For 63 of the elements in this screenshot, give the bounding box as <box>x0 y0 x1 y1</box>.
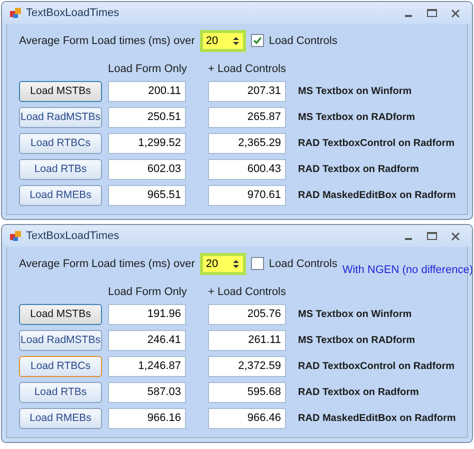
row-description: RAD MaskedEditBox on Radform <box>298 189 456 202</box>
window-title: TextBoxLoadTimes <box>26 7 120 19</box>
checkbox-label: Load Controls <box>268 34 338 48</box>
load-button[interactable]: Load MSTBs <box>19 304 102 325</box>
load-button[interactable]: Load RMEBs <box>19 408 102 429</box>
time-field[interactable]: 587.03 <box>108 382 186 403</box>
time-field[interactable]: 191.96 <box>108 304 186 325</box>
load-button[interactable]: Load RadMSTBs <box>19 107 102 128</box>
time-field[interactable]: 250.51 <box>108 107 186 128</box>
load-button[interactable]: Load RTBCs <box>19 133 102 154</box>
row-description: RAD Textbox on Radform <box>298 386 419 399</box>
row-description: MS Textbox on Winform <box>298 308 412 321</box>
load-button[interactable]: Load RadMSTBs <box>19 330 102 351</box>
spin-arrows-icon[interactable] <box>232 258 239 268</box>
iterations-label: Average Form Load times (ms) over <box>19 34 195 48</box>
time-field[interactable]: 970.61 <box>208 185 286 206</box>
time-field[interactable]: 2,372.59 <box>208 356 286 377</box>
column-header: + Load Controls <box>208 285 286 299</box>
time-field[interactable]: 1,246.87 <box>108 356 186 377</box>
load-controls-checkbox[interactable] <box>250 34 264 47</box>
time-field[interactable]: 265.87 <box>208 107 286 128</box>
maximize-icon[interactable] <box>427 9 437 17</box>
close-icon[interactable] <box>451 8 460 18</box>
column-header: Load Form Only <box>108 285 186 299</box>
time-field[interactable]: 602.03 <box>108 159 186 180</box>
load-button[interactable]: Load RTBs <box>19 382 102 403</box>
load-button[interactable]: Load RMEBs <box>19 185 102 206</box>
row-description: RAD MaskedEditBox on Radform <box>298 412 456 425</box>
close-icon[interactable] <box>451 232 460 240</box>
time-field[interactable]: 246.41 <box>108 330 186 351</box>
iterations-label: Average Form Load times (ms) over <box>19 256 195 270</box>
time-field[interactable]: 1,299.52 <box>108 133 186 154</box>
app-icon <box>10 7 22 19</box>
iterations-spinner[interactable]: 20 <box>200 30 246 52</box>
app-icon <box>10 230 22 242</box>
load-button[interactable]: Load RTBCs <box>19 356 102 377</box>
row-description: MS Textbox on Winform <box>298 85 412 98</box>
time-field[interactable]: 2,365.29 <box>208 133 286 154</box>
load-controls-checkbox[interactable] <box>250 257 264 270</box>
time-field[interactable]: 205.76 <box>208 304 286 325</box>
time-field[interactable]: 200.11 <box>108 81 186 102</box>
time-field[interactable]: 966.46 <box>208 408 286 429</box>
column-header: + Load Controls <box>208 62 286 76</box>
row-description: RAD Textbox on Radform <box>298 163 419 176</box>
time-field[interactable]: 261.11 <box>208 330 286 351</box>
time-field[interactable]: 965.51 <box>108 185 186 206</box>
iterations-spinner[interactable]: 20 <box>200 252 246 274</box>
window-title: TextBoxLoadTimes <box>26 230 120 242</box>
load-button[interactable]: Load MSTBs <box>19 81 102 102</box>
note-text: With NGEN (no difference) <box>342 263 472 277</box>
spin-arrows-icon[interactable] <box>232 36 239 46</box>
time-field[interactable]: 600.43 <box>208 159 286 180</box>
row-description: MS Textbox on RADform <box>298 111 416 124</box>
row-description: RAD TextboxControl on Radform <box>298 360 454 373</box>
time-field[interactable]: 966.16 <box>108 408 186 429</box>
column-header: Load Form Only <box>108 62 186 76</box>
row-description: MS Textbox on RADform <box>298 334 416 347</box>
row-description: RAD TextboxControl on Radform <box>298 137 454 150</box>
maximize-icon[interactable] <box>427 232 437 240</box>
time-field[interactable]: 207.31 <box>208 81 286 102</box>
time-field[interactable]: 595.68 <box>208 382 286 403</box>
load-button[interactable]: Load RTBs <box>19 159 102 180</box>
checkbox-label: Load Controls <box>268 256 338 270</box>
